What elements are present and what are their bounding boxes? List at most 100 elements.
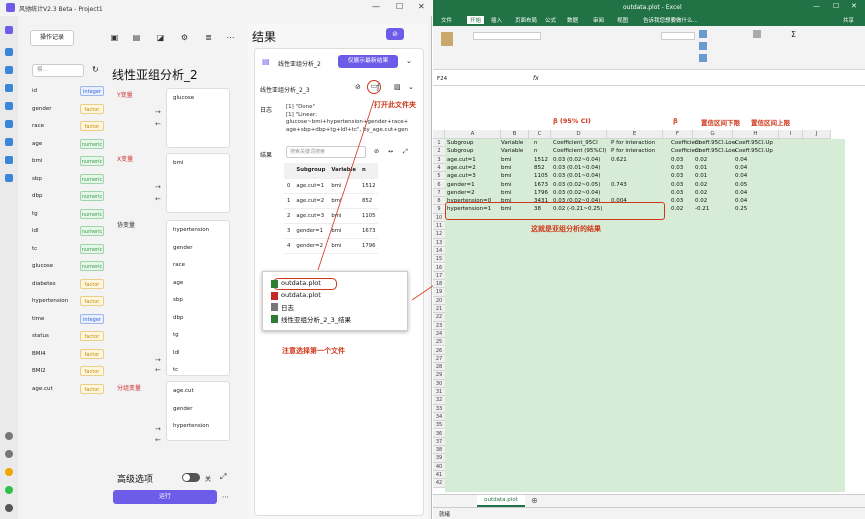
sheet-tab[interactable]: outdata.plot	[477, 495, 525, 507]
sheet-cell[interactable]: 0.743	[611, 181, 627, 189]
column-header[interactable]: H	[733, 130, 779, 139]
row-header[interactable]: 10	[433, 213, 445, 222]
sheet-cell[interactable]: 1105	[534, 172, 548, 180]
sheet-cell[interactable]: 0.02	[695, 197, 707, 205]
row-header[interactable]: 35	[433, 421, 445, 430]
insert-icon[interactable]	[753, 30, 761, 38]
column-header[interactable]: F	[663, 130, 693, 139]
excel-menu-item[interactable]: 视图	[617, 16, 628, 24]
row-header[interactable]: 2	[433, 147, 445, 156]
font-select[interactable]	[473, 32, 541, 40]
sheet-cell[interactable]: 0.03	[671, 164, 683, 172]
sheet-cell[interactable]: 0.03	[671, 181, 683, 189]
sheet-cell[interactable]: bmi	[501, 189, 511, 197]
excel-menu-item[interactable]: 告诉我您想要做什么...	[643, 16, 698, 24]
column-header[interactable]: D	[551, 130, 607, 139]
row-header[interactable]: 17	[433, 271, 445, 281]
sheet-cell[interactable]: 852	[534, 164, 545, 172]
row-header[interactable]: 7	[433, 188, 445, 198]
excel-menu-item[interactable]: 数据	[567, 16, 578, 24]
sheet-cell[interactable]: 0.03	[671, 189, 683, 197]
sheet-cell[interactable]: age.cut=2	[447, 164, 476, 172]
excel-menu-item[interactable]: 页面布局	[515, 16, 537, 24]
sheet-cell[interactable]: age.cut=3	[447, 172, 476, 180]
column-header[interactable]: G	[693, 130, 733, 139]
column-header[interactable]: A	[445, 130, 501, 139]
sheet-cell[interactable]: 0.03 (0.02~0.04)	[553, 189, 600, 197]
sheet-cell[interactable]: 0.25	[735, 205, 747, 213]
formula-bar[interactable]: F24 fx	[433, 74, 865, 86]
sheet-cell[interactable]: Variable	[501, 139, 523, 147]
row-header[interactable]: 6	[433, 180, 445, 189]
minimize-icon[interactable]: —	[813, 2, 820, 10]
add-sheet-icon[interactable]: ⊕	[531, 496, 538, 505]
sheet-cell[interactable]: 0.03	[671, 172, 683, 180]
row-header[interactable]: 22	[433, 313, 445, 322]
row-header[interactable]: 21	[433, 305, 445, 314]
maximize-icon[interactable]: ☐	[833, 2, 839, 10]
sheet-cell[interactable]: 0.03	[671, 197, 683, 205]
sheet-cell[interactable]: bmi	[501, 164, 511, 172]
sheet-cell[interactable]: bmi	[501, 156, 511, 164]
sheet-cell[interactable]: 0.04	[735, 172, 747, 180]
row-header[interactable]: 15	[433, 255, 445, 264]
row-header[interactable]: 20	[433, 296, 445, 305]
sheet-cell[interactable]: 0.02	[695, 156, 707, 164]
sheet-cell[interactable]: 0.03 (0.01~0.04)	[553, 164, 600, 172]
sheet-cell[interactable]: 0.03 (0.01~0.04)	[553, 172, 600, 180]
row-header[interactable]: 42	[433, 479, 445, 488]
sheet-cell[interactable]: Subgroup	[447, 147, 473, 155]
excel-menu-item[interactable]: 插入	[491, 16, 502, 24]
row-header[interactable]: 31	[433, 388, 445, 397]
row-header[interactable]: 30	[433, 379, 445, 388]
excel-menu-item[interactable]: 审阅	[593, 16, 604, 24]
sheet-cell[interactable]: -0.21	[695, 205, 709, 213]
sheet-cell[interactable]: 0.04	[735, 156, 747, 164]
row-header[interactable]: 1	[433, 139, 445, 148]
row-header[interactable]: 18	[433, 280, 445, 289]
row-header[interactable]: 12	[433, 230, 445, 239]
name-box[interactable]: F24	[437, 76, 447, 82]
sheet-cell[interactable]: Coeff.95CI.Up	[735, 147, 773, 155]
row-header[interactable]: 16	[433, 263, 445, 272]
conditional-format-icon[interactable]	[699, 30, 707, 38]
row-header[interactable]: 34	[433, 412, 445, 422]
sheet-cell[interactable]: Coeff.95CI.Low	[695, 139, 736, 147]
row-header[interactable]: 32	[433, 396, 445, 405]
row-header[interactable]: 25	[433, 338, 445, 347]
row-header[interactable]: 38	[433, 446, 445, 455]
column-header[interactable]: C	[529, 130, 551, 139]
row-header[interactable]: 28	[433, 363, 445, 372]
row-header[interactable]: 11	[433, 222, 445, 231]
row-header[interactable]: 3	[433, 155, 445, 164]
row-header[interactable]: 37	[433, 437, 445, 447]
sheet-cell[interactable]: 0.03 (0.02~0.05)	[553, 181, 600, 189]
row-header[interactable]: 14	[433, 246, 445, 256]
sheet-cell[interactable]: n	[534, 147, 538, 155]
format-select[interactable]	[661, 32, 695, 40]
sheet-cell[interactable]: 0.01	[695, 164, 707, 172]
column-header[interactable]: J	[803, 130, 831, 139]
row-header[interactable]: 4	[433, 163, 445, 173]
sheet-cell[interactable]: gender=2	[447, 189, 475, 197]
sheet-cell[interactable]: 0.621	[611, 156, 627, 164]
row-header[interactable]: 5	[433, 172, 445, 181]
sheet-cell[interactable]: 0.04	[735, 164, 747, 172]
sheet-cell[interactable]: Coeff.95CI.Up	[735, 139, 773, 147]
sheet-cell[interactable]: Coeff.95CI.Low	[695, 147, 736, 155]
row-header[interactable]: 40	[433, 462, 445, 471]
row-header[interactable]: 13	[433, 238, 445, 247]
row-header[interactable]: 41	[433, 471, 445, 480]
paste-icon[interactable]	[441, 32, 453, 46]
excel-menu-item[interactable]: 公式	[545, 16, 556, 24]
excel-menu-item[interactable]: 开始	[467, 16, 485, 24]
column-header[interactable]: B	[501, 130, 529, 139]
row-header[interactable]: 23	[433, 321, 445, 330]
sheet-cell[interactable]: P for interaction	[611, 139, 655, 147]
row-header[interactable]: 26	[433, 346, 445, 355]
sheet-cell[interactable]: 1673	[534, 181, 548, 189]
sheet-cell[interactable]: n	[534, 139, 538, 147]
row-header[interactable]: 39	[433, 454, 445, 463]
sheet-cell[interactable]: 0.02	[671, 205, 683, 213]
row-header[interactable]: 24	[433, 329, 445, 339]
